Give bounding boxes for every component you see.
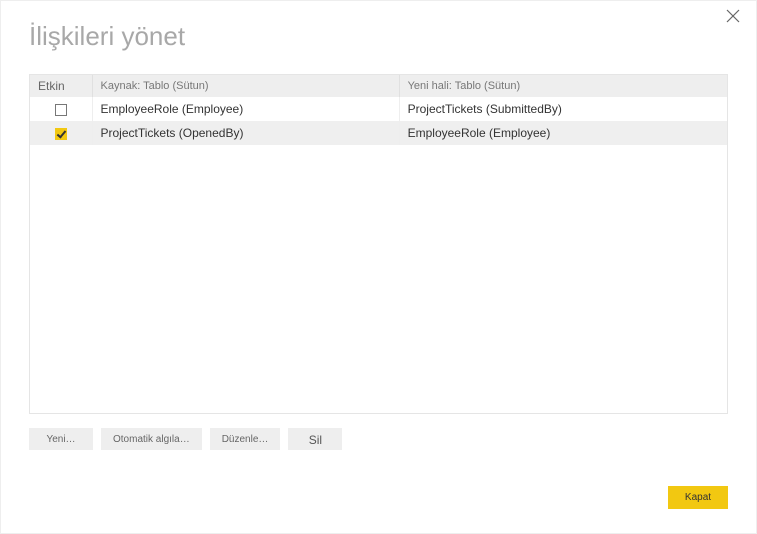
to-cell: ProjectTickets (SubmittedBy) (399, 97, 727, 121)
new-button[interactable]: Yeni… (29, 428, 93, 450)
header-active: Etkin (30, 75, 92, 97)
dialog-footer: Kapat (668, 486, 728, 509)
active-cell[interactable] (30, 97, 92, 121)
edit-button[interactable]: Düzenle… (210, 428, 281, 450)
checkbox-icon[interactable] (55, 104, 67, 116)
to-cell: EmployeeRole (Employee) (399, 121, 727, 145)
from-cell: ProjectTickets (OpenedBy) (92, 121, 399, 145)
manage-relationships-dialog: İlişkileri yönet Etkin Kaynak: Tablo (Sü… (0, 0, 757, 534)
relationships-table-container: Etkin Kaynak: Tablo (Sütun) Yeni hali: T… (29, 74, 728, 414)
action-button-row: Yeni… Otomatik algıla… Düzenle… Sil (29, 428, 728, 450)
table-row[interactable]: EmployeeRole (Employee) ProjectTickets (… (30, 97, 727, 121)
close-button[interactable]: Kapat (668, 486, 728, 509)
from-cell: EmployeeRole (Employee) (92, 97, 399, 121)
autodetect-button[interactable]: Otomatik algıla… (101, 428, 202, 450)
header-from: Kaynak: Tablo (Sütun) (92, 75, 399, 97)
dialog-title: İlişkileri yönet (29, 21, 728, 52)
delete-button[interactable]: Sil (288, 428, 342, 450)
active-cell[interactable] (30, 121, 92, 145)
close-icon[interactable] (726, 9, 744, 27)
relationships-table: Etkin Kaynak: Tablo (Sütun) Yeni hali: T… (30, 75, 727, 145)
table-header-row: Etkin Kaynak: Tablo (Sütun) Yeni hali: T… (30, 75, 727, 97)
checkbox-checked-icon[interactable] (55, 128, 67, 140)
header-to: Yeni hali: Tablo (Sütun) (399, 75, 727, 97)
table-row[interactable]: ProjectTickets (OpenedBy) EmployeeRole (… (30, 121, 727, 145)
